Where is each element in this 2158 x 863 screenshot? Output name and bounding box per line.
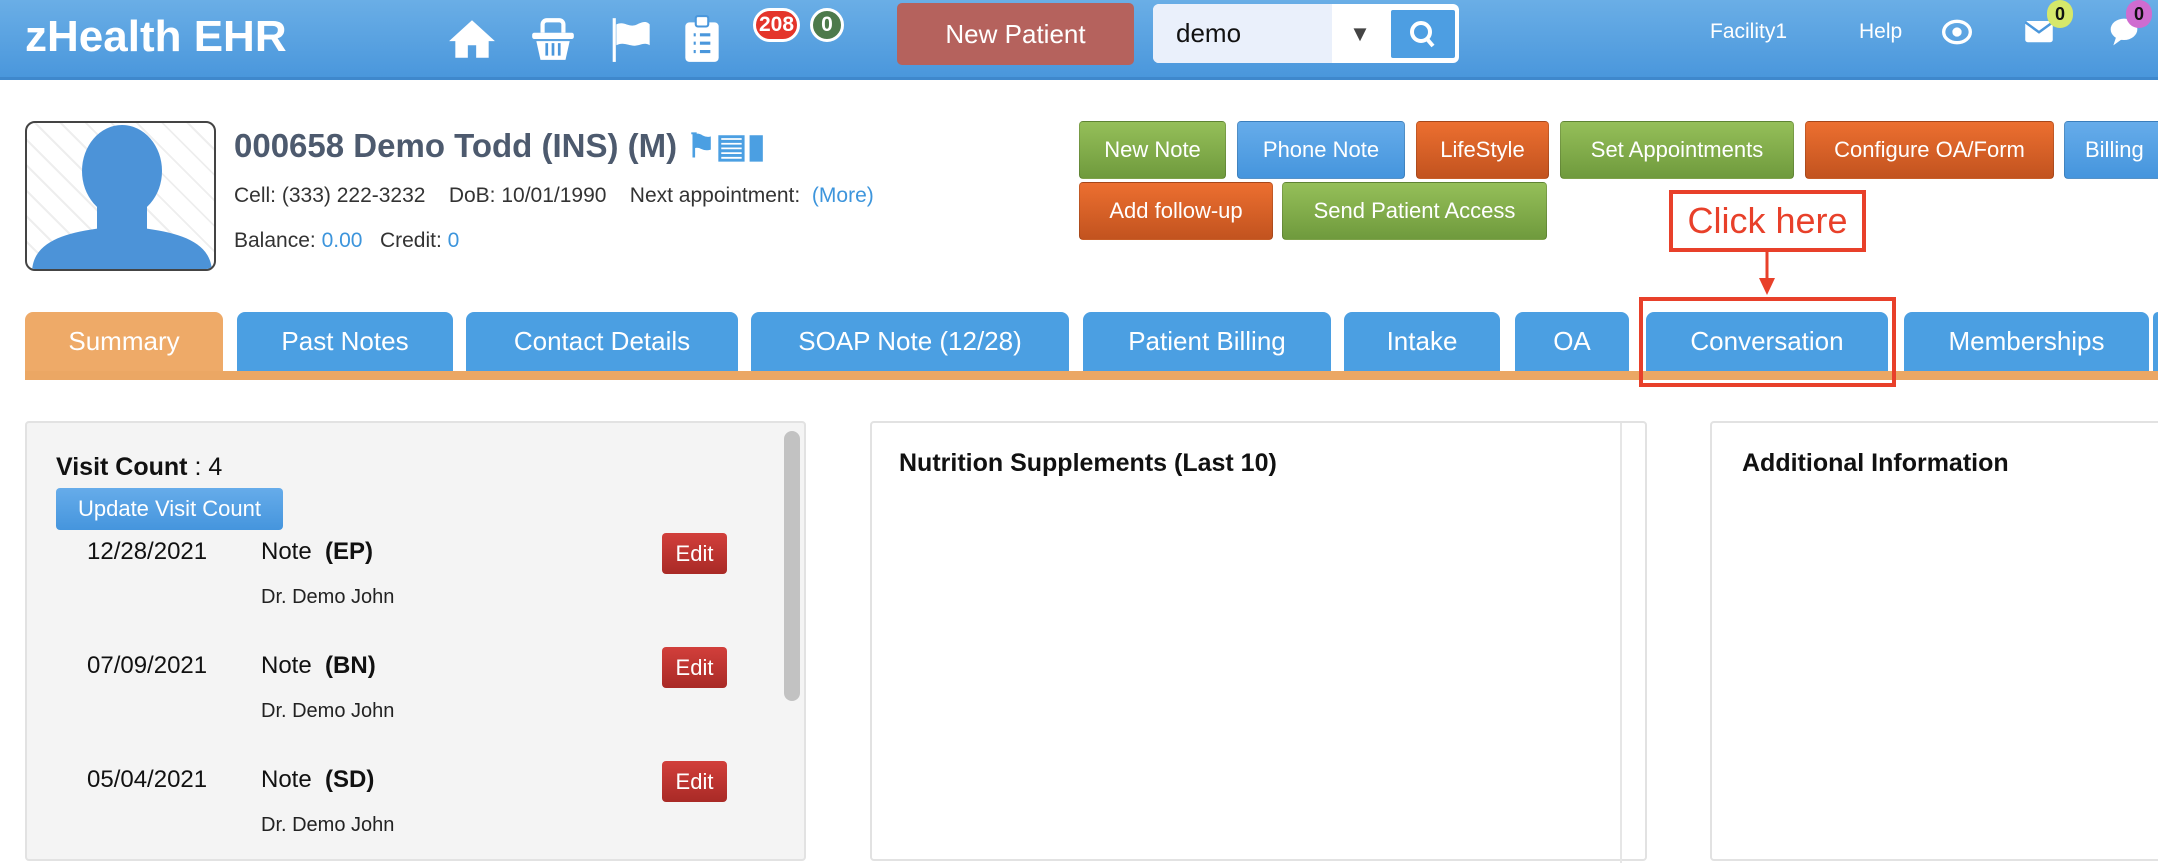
lifestyle-button[interactable]: LifeStyle	[1416, 121, 1549, 179]
search-icon	[1410, 21, 1435, 48]
flag-icon[interactable]	[608, 14, 658, 64]
nutrition-panel: Nutrition Supplements (Last 10)	[870, 421, 1647, 863]
patient-balance-line: Balance: 0.00 Credit: 0	[234, 229, 460, 252]
new-patient-button[interactable]: New Patient	[897, 3, 1134, 65]
red-count-badge[interactable]: 208	[753, 8, 801, 42]
chat-count-badge[interactable]: 0	[2126, 0, 2152, 28]
edit-button[interactable]: Edit	[662, 533, 727, 574]
person-silhouette-icon	[32, 125, 212, 269]
caret-down-icon: ▼	[1349, 21, 1371, 46]
send-patient-access-button[interactable]: Send Patient Access	[1282, 182, 1547, 240]
patient-name: 000658 Demo Todd (INS) (M) ⚑▤▮	[234, 127, 766, 164]
visit-date: 05/04/2021	[87, 766, 208, 793]
mail-count-badge[interactable]: 0	[2047, 0, 2073, 28]
patient-avatar[interactable]	[25, 121, 216, 271]
help-link[interactable]: Help	[1859, 20, 1902, 44]
nutrition-title: Nutrition Supplements (Last 10)	[899, 449, 1277, 477]
basket-icon[interactable]	[528, 14, 578, 64]
dob: 10/01/1990	[501, 184, 607, 207]
doctor-name: Dr. Demo John	[261, 700, 395, 722]
visit-date: 12/28/2021	[87, 538, 208, 565]
clipboard-icon[interactable]	[677, 14, 727, 64]
home-icon[interactable]	[447, 14, 497, 64]
app-logo[interactable]: zHealth EHR	[25, 12, 287, 62]
note-type: Note	[261, 538, 312, 565]
scrollbar[interactable]	[784, 431, 800, 701]
update-visit-count-button[interactable]: Update Visit Count	[56, 488, 283, 530]
configure-oa-form-button[interactable]: Configure OA/Form	[1805, 121, 2054, 179]
search-dropdown-toggle[interactable]: ▼	[1332, 4, 1388, 63]
add-follow-up-button[interactable]: Add follow-up	[1079, 182, 1273, 240]
click-here-annotation: Click here	[1669, 190, 1866, 252]
comment-icon[interactable]: ▮	[747, 127, 765, 164]
tab-oa[interactable]: OA	[1515, 312, 1629, 371]
green-count-badge[interactable]: 0	[810, 8, 844, 42]
note-code: (SD)	[325, 766, 375, 793]
tab-intake[interactable]: Intake	[1344, 312, 1500, 371]
tab-patient-billing[interactable]: Patient Billing	[1083, 312, 1331, 371]
annotation-arrow-icon	[1759, 252, 1775, 295]
cell-phone: (333) 222-3232	[281, 184, 426, 207]
billing-button[interactable]: Billing	[2064, 121, 2158, 179]
doctor-name: Dr. Demo John	[261, 586, 395, 608]
edit-button[interactable]: Edit	[662, 761, 727, 802]
additional-info-panel: Additional Information	[1710, 421, 2158, 861]
note-type: Note	[261, 766, 312, 793]
note-code: (EP)	[325, 538, 374, 565]
xray-icon[interactable]: ▤	[716, 127, 747, 164]
tab-soap-note[interactable]: SOAP Note (12/28)	[751, 312, 1069, 371]
visits-panel: Visit Count : 4 Update Visit Count 12/28…	[25, 421, 806, 861]
tab-summary[interactable]: Summary	[25, 312, 223, 371]
flag-icon[interactable]: ⚑	[686, 127, 716, 164]
eye-icon[interactable]	[1941, 16, 1973, 48]
conversation-highlight-box	[1639, 297, 1896, 387]
credit-value[interactable]: 0	[448, 229, 460, 252]
facility-link[interactable]: Facility1	[1710, 20, 1787, 44]
search-button[interactable]	[1391, 10, 1455, 58]
note-code: (BN)	[325, 652, 376, 679]
visit-date: 07/09/2021	[87, 652, 208, 679]
new-note-button[interactable]: New Note	[1079, 121, 1226, 179]
doctor-name: Dr. Demo John	[261, 814, 395, 836]
additional-info-title: Additional Information	[1742, 449, 2009, 477]
search-input[interactable]	[1153, 4, 1332, 63]
tab-overflow[interactable]	[2153, 312, 2158, 371]
panel-divider	[1620, 423, 1622, 863]
balance-value[interactable]: 0.00	[322, 229, 363, 252]
phone-note-button[interactable]: Phone Note	[1237, 121, 1405, 179]
tab-memberships[interactable]: Memberships	[1904, 312, 2149, 371]
patient-search: ▼	[1153, 4, 1459, 63]
more-appointments-link[interactable]: (More)	[812, 184, 874, 207]
visit-count: Visit Count : 4	[56, 453, 223, 481]
tab-past-notes[interactable]: Past Notes	[237, 312, 453, 371]
patient-contact-line: Cell: (333) 222-3232 DoB: 10/01/1990 Nex…	[234, 184, 874, 207]
note-type: Note	[261, 652, 312, 679]
set-appointments-button[interactable]: Set Appointments	[1560, 121, 1794, 179]
tab-contact-details[interactable]: Contact Details	[466, 312, 738, 371]
edit-button[interactable]: Edit	[662, 647, 727, 688]
